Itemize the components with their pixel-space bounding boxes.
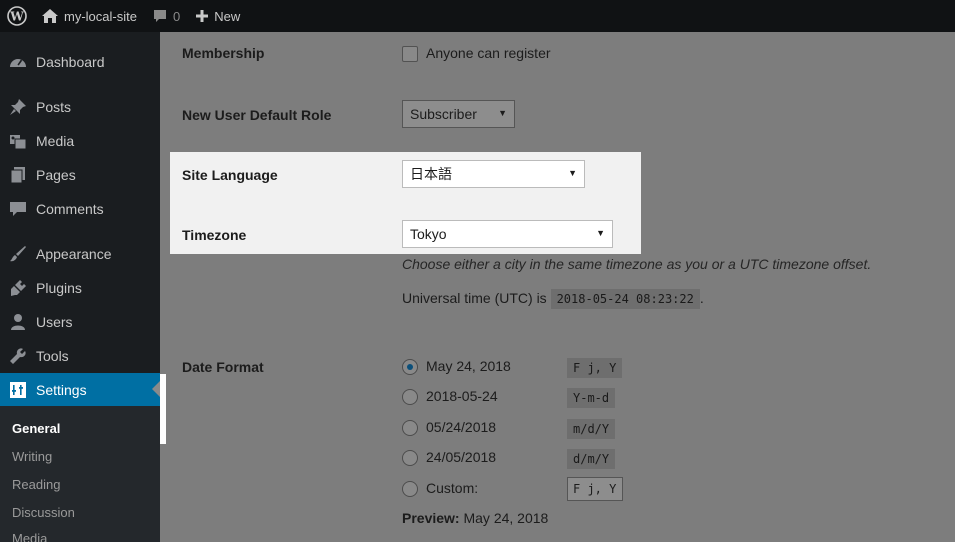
date-format-option-label: 2018-05-24 <box>426 388 498 404</box>
anyone-can-register-label: Anyone can register <box>426 45 551 61</box>
sidebar-item-label: Appearance <box>36 246 112 262</box>
sidebar-item-label: Users <box>36 314 73 330</box>
custom-format-label: Custom: <box>426 480 479 496</box>
membership-label: Membership <box>182 45 265 61</box>
plug-icon <box>0 279 36 297</box>
utc-prefix: Universal time (UTC) is <box>402 290 547 306</box>
submenu-item-writing[interactable]: Writing <box>12 449 52 464</box>
preview-label: Preview: <box>402 510 460 526</box>
date-format-radio-3[interactable] <box>402 420 418 436</box>
date-format-option-label: 24/05/2018 <box>426 449 497 465</box>
site-language-select[interactable]: 日本語 ▼ <box>402 160 585 188</box>
admin-bar: W my-local-site 0 New <box>0 0 955 32</box>
site-name-link[interactable]: my-local-site <box>34 0 145 32</box>
sidebar-item-tools[interactable]: Tools <box>0 339 160 373</box>
date-format-option-label: 05/24/2018 <box>426 419 497 435</box>
sidebar-item-comments[interactable]: Comments <box>0 192 160 226</box>
new-label: New <box>214 8 241 24</box>
date-format-option-label: May 24, 2018 <box>426 358 511 374</box>
comment-icon <box>0 200 36 218</box>
site-name-label: my-local-site <box>64 8 137 24</box>
wrench-icon <box>0 347 36 365</box>
settings-submenu: General Writing Reading Discussion Media <box>0 406 160 542</box>
plus-icon <box>196 10 209 22</box>
sidebar-item-appearance[interactable]: Appearance <box>0 237 160 271</box>
date-format-code: m/d/Y <box>567 419 616 439</box>
chevron-down-icon: ▼ <box>568 168 577 178</box>
sidebar-item-label: Comments <box>36 201 104 217</box>
sidebar-item-pages[interactable]: Pages <box>0 158 160 192</box>
submenu-item-general[interactable]: General <box>12 421 60 436</box>
default-role-value: Subscriber <box>410 106 477 122</box>
date-format-radio-1[interactable] <box>402 359 418 375</box>
comment-bubble-icon <box>153 9 167 23</box>
site-language-value: 日本語 <box>410 166 452 182</box>
utc-time-line: Universal time (UTC) is 2018-05-24 08:23… <box>402 289 704 309</box>
submenu-item-reading[interactable]: Reading <box>12 477 60 492</box>
sidebar-item-label: Media <box>36 133 75 149</box>
sidebar-item-users[interactable]: Users <box>0 305 160 339</box>
date-format-radio-2[interactable] <box>402 389 418 405</box>
date-format-code: Y-m-d <box>567 388 616 408</box>
default-role-label: New User Default Role <box>182 107 332 123</box>
sidebar-item-label: Plugins <box>36 280 82 296</box>
settings-icon <box>0 381 36 399</box>
settings-form: Membership Anyone can register New User … <box>160 32 955 542</box>
sidebar-item-label: Dashboard <box>36 54 105 70</box>
site-language-label: Site Language <box>182 167 278 183</box>
home-icon <box>42 9 58 23</box>
timezone-label: Timezone <box>182 227 247 243</box>
date-format-code: d/m/Y <box>567 449 616 469</box>
user-icon <box>0 313 36 331</box>
pin-icon <box>0 98 36 116</box>
brush-icon <box>0 245 36 263</box>
utc-time-value: 2018-05-24 08:23:22 <box>550 289 700 309</box>
chevron-down-icon: ▼ <box>596 228 605 238</box>
chevron-down-icon: ▼ <box>498 108 507 118</box>
sidebar-item-plugins[interactable]: Plugins <box>0 271 160 305</box>
timezone-description: Choose either a city in the same timezon… <box>402 256 872 272</box>
sidebar-item-posts[interactable]: Posts <box>0 90 160 124</box>
comment-count: 0 <box>172 8 181 24</box>
date-format-radio-4[interactable] <box>402 450 418 466</box>
dashboard-icon <box>0 53 36 71</box>
timezone-select[interactable]: Tokyo ▼ <box>402 220 613 248</box>
submenu-item-discussion[interactable]: Discussion <box>12 505 75 520</box>
pages-icon <box>0 166 36 184</box>
date-format-radio-custom[interactable] <box>402 481 418 497</box>
utc-suffix: . <box>699 290 704 306</box>
timezone-value: Tokyo <box>410 226 447 242</box>
sidebar-item-label: Tools <box>36 348 69 364</box>
anyone-can-register-checkbox[interactable] <box>402 46 418 62</box>
custom-format-input[interactable]: F j, Y <box>567 477 623 501</box>
default-role-select[interactable]: Subscriber ▼ <box>402 100 515 128</box>
sidebar-item-dashboard[interactable]: Dashboard <box>0 45 160 79</box>
media-icon <box>0 132 36 150</box>
sidebar-item-settings[interactable]: Settings <box>0 373 160 407</box>
wordpress-logo-icon[interactable]: W <box>0 0 34 32</box>
date-format-label: Date Format <box>182 359 264 375</box>
date-preview: Preview: May 24, 2018 <box>402 510 548 526</box>
new-content-button[interactable]: New <box>188 0 248 32</box>
comments-link[interactable]: 0 <box>145 0 188 32</box>
admin-sidebar: Dashboard Posts Media Pages Comments App… <box>0 32 160 542</box>
date-format-code: F j, Y <box>567 358 623 378</box>
preview-value: May 24, 2018 <box>463 510 549 526</box>
sidebar-item-label: Settings <box>36 382 87 398</box>
sidebar-item-label: Posts <box>36 99 72 115</box>
submenu-item-media[interactable]: Media <box>12 531 47 542</box>
svg-text:W: W <box>9 10 24 24</box>
sidebar-item-label: Pages <box>36 167 76 183</box>
sidebar-item-media[interactable]: Media <box>0 124 160 158</box>
